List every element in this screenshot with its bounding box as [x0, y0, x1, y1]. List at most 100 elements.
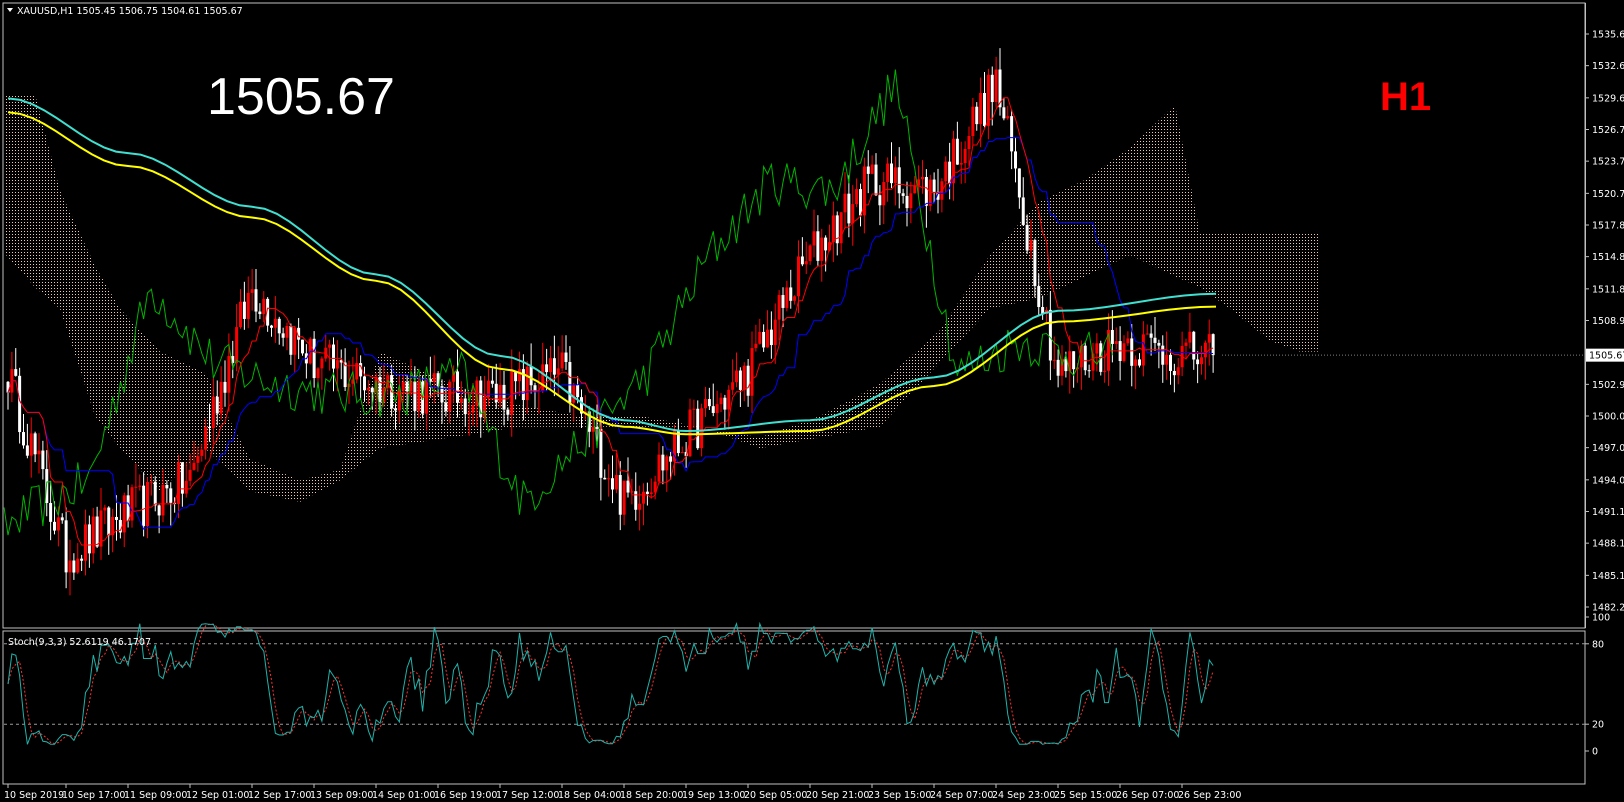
- candle-body: [750, 348, 754, 396]
- candle-body: [184, 480, 188, 494]
- price-tick-label: 1491.10: [1592, 507, 1624, 518]
- candle-body: [506, 409, 510, 415]
- candle-body: [793, 296, 797, 301]
- candle-body: [1157, 342, 1161, 346]
- candle-body: [1169, 354, 1172, 371]
- candle-body: [448, 381, 452, 412]
- candle-body: [611, 478, 614, 490]
- candle-body: [204, 426, 208, 450]
- candle-body: [432, 373, 436, 382]
- candle-body: [49, 503, 53, 522]
- candle-body: [983, 93, 986, 126]
- candle-body: [572, 384, 576, 403]
- candle-body: [766, 329, 769, 348]
- candle-body: [417, 381, 421, 411]
- candle-body: [68, 560, 72, 573]
- price-tick-label: 1517.80: [1592, 221, 1624, 232]
- candle-body: [1149, 333, 1153, 338]
- candle-body: [498, 384, 502, 403]
- candle-body: [859, 189, 862, 216]
- time-tick-label: 16 Sep 19:00: [434, 790, 497, 801]
- candle-body: [816, 231, 820, 261]
- candle-body: [53, 521, 56, 531]
- candle-body: [727, 389, 731, 410]
- candle-body: [60, 517, 64, 521]
- candle-body: [913, 185, 917, 194]
- candle-body: [312, 338, 316, 379]
- candle-body: [735, 370, 738, 383]
- candle-body: [917, 179, 921, 186]
- candle-body: [525, 366, 529, 401]
- stoch-tick-label: 80: [1592, 639, 1604, 650]
- candle-body: [1153, 337, 1157, 343]
- candle-body: [568, 362, 572, 403]
- candle-body: [363, 376, 366, 391]
- price-tick-label: 1502.95: [1592, 380, 1624, 391]
- candle-body: [200, 449, 204, 456]
- time-tick-label: 18 Sep 04:00: [558, 790, 621, 801]
- price-tick-label: 1494.05: [1592, 475, 1624, 486]
- candle-body: [1176, 367, 1180, 376]
- candle-body: [366, 387, 370, 391]
- candle-body: [413, 381, 417, 411]
- candle-body: [622, 480, 626, 515]
- candle-body: [781, 295, 785, 308]
- candle-body: [262, 298, 266, 315]
- candle-body: [692, 408, 696, 410]
- candle-body: [394, 408, 397, 411]
- candle-body: [614, 475, 618, 490]
- candle-body: [281, 333, 285, 338]
- price-tick-label: 1500.00: [1592, 412, 1624, 423]
- candle-body: [134, 486, 138, 488]
- candle-body: [219, 381, 223, 414]
- candle-body: [785, 287, 789, 308]
- symbol-header[interactable]: XAUUSD,H1 1505.45 1506.75 1504.61 1505.6…: [7, 6, 243, 17]
- candle-body: [707, 399, 711, 407]
- candle-body: [316, 368, 320, 379]
- current-price-marker: 1505.67: [1586, 348, 1624, 362]
- candle-body: [161, 484, 165, 516]
- candle-body: [444, 402, 448, 412]
- candle-body: [1083, 345, 1087, 371]
- price-tick-label: 1497.05: [1592, 443, 1624, 454]
- candle-body: [897, 167, 901, 194]
- candle-body: [893, 167, 897, 184]
- stoch-tick-label: 20: [1592, 720, 1604, 731]
- candle-body: [22, 432, 25, 446]
- candle-body: [250, 289, 254, 293]
- candle-body: [1006, 116, 1010, 119]
- candle-body: [1056, 359, 1060, 376]
- candle-body: [490, 380, 494, 384]
- candle-body: [467, 412, 471, 415]
- candle-body: [975, 106, 979, 125]
- candle-body: [824, 237, 828, 251]
- candle-body: [456, 371, 459, 403]
- time-tick-label: 18 Sep 20:00: [620, 790, 683, 801]
- candle-body: [905, 195, 909, 209]
- time-tick-label: 11 Sep 09:00: [124, 790, 187, 801]
- candle-body: [1037, 286, 1041, 308]
- candle-body: [529, 366, 533, 386]
- price-tick-label: 1508.90: [1592, 316, 1624, 327]
- candle-body: [1196, 359, 1200, 365]
- candle-body: [130, 487, 134, 521]
- candle-body: [1002, 107, 1006, 119]
- candle-body: [1103, 370, 1107, 372]
- candle-body: [1172, 370, 1176, 376]
- candle-body: [1130, 338, 1134, 366]
- candle-body: [715, 404, 719, 413]
- candle-body: [839, 212, 843, 244]
- time-tick-label: 26 Sep 07:00: [1116, 790, 1179, 801]
- candle-body: [1145, 333, 1149, 335]
- candle-body: [932, 179, 936, 192]
- time-tick-label: 13 Sep 09:00: [310, 790, 373, 801]
- candle-body: [107, 507, 111, 536]
- candle-body: [370, 387, 374, 393]
- candle-body: [405, 381, 409, 392]
- candle-body: [959, 163, 963, 165]
- candle-body: [332, 344, 335, 369]
- candle-body: [471, 405, 475, 413]
- candle-body: [235, 327, 239, 363]
- candle-body: [688, 409, 692, 457]
- candle-body: [704, 399, 707, 409]
